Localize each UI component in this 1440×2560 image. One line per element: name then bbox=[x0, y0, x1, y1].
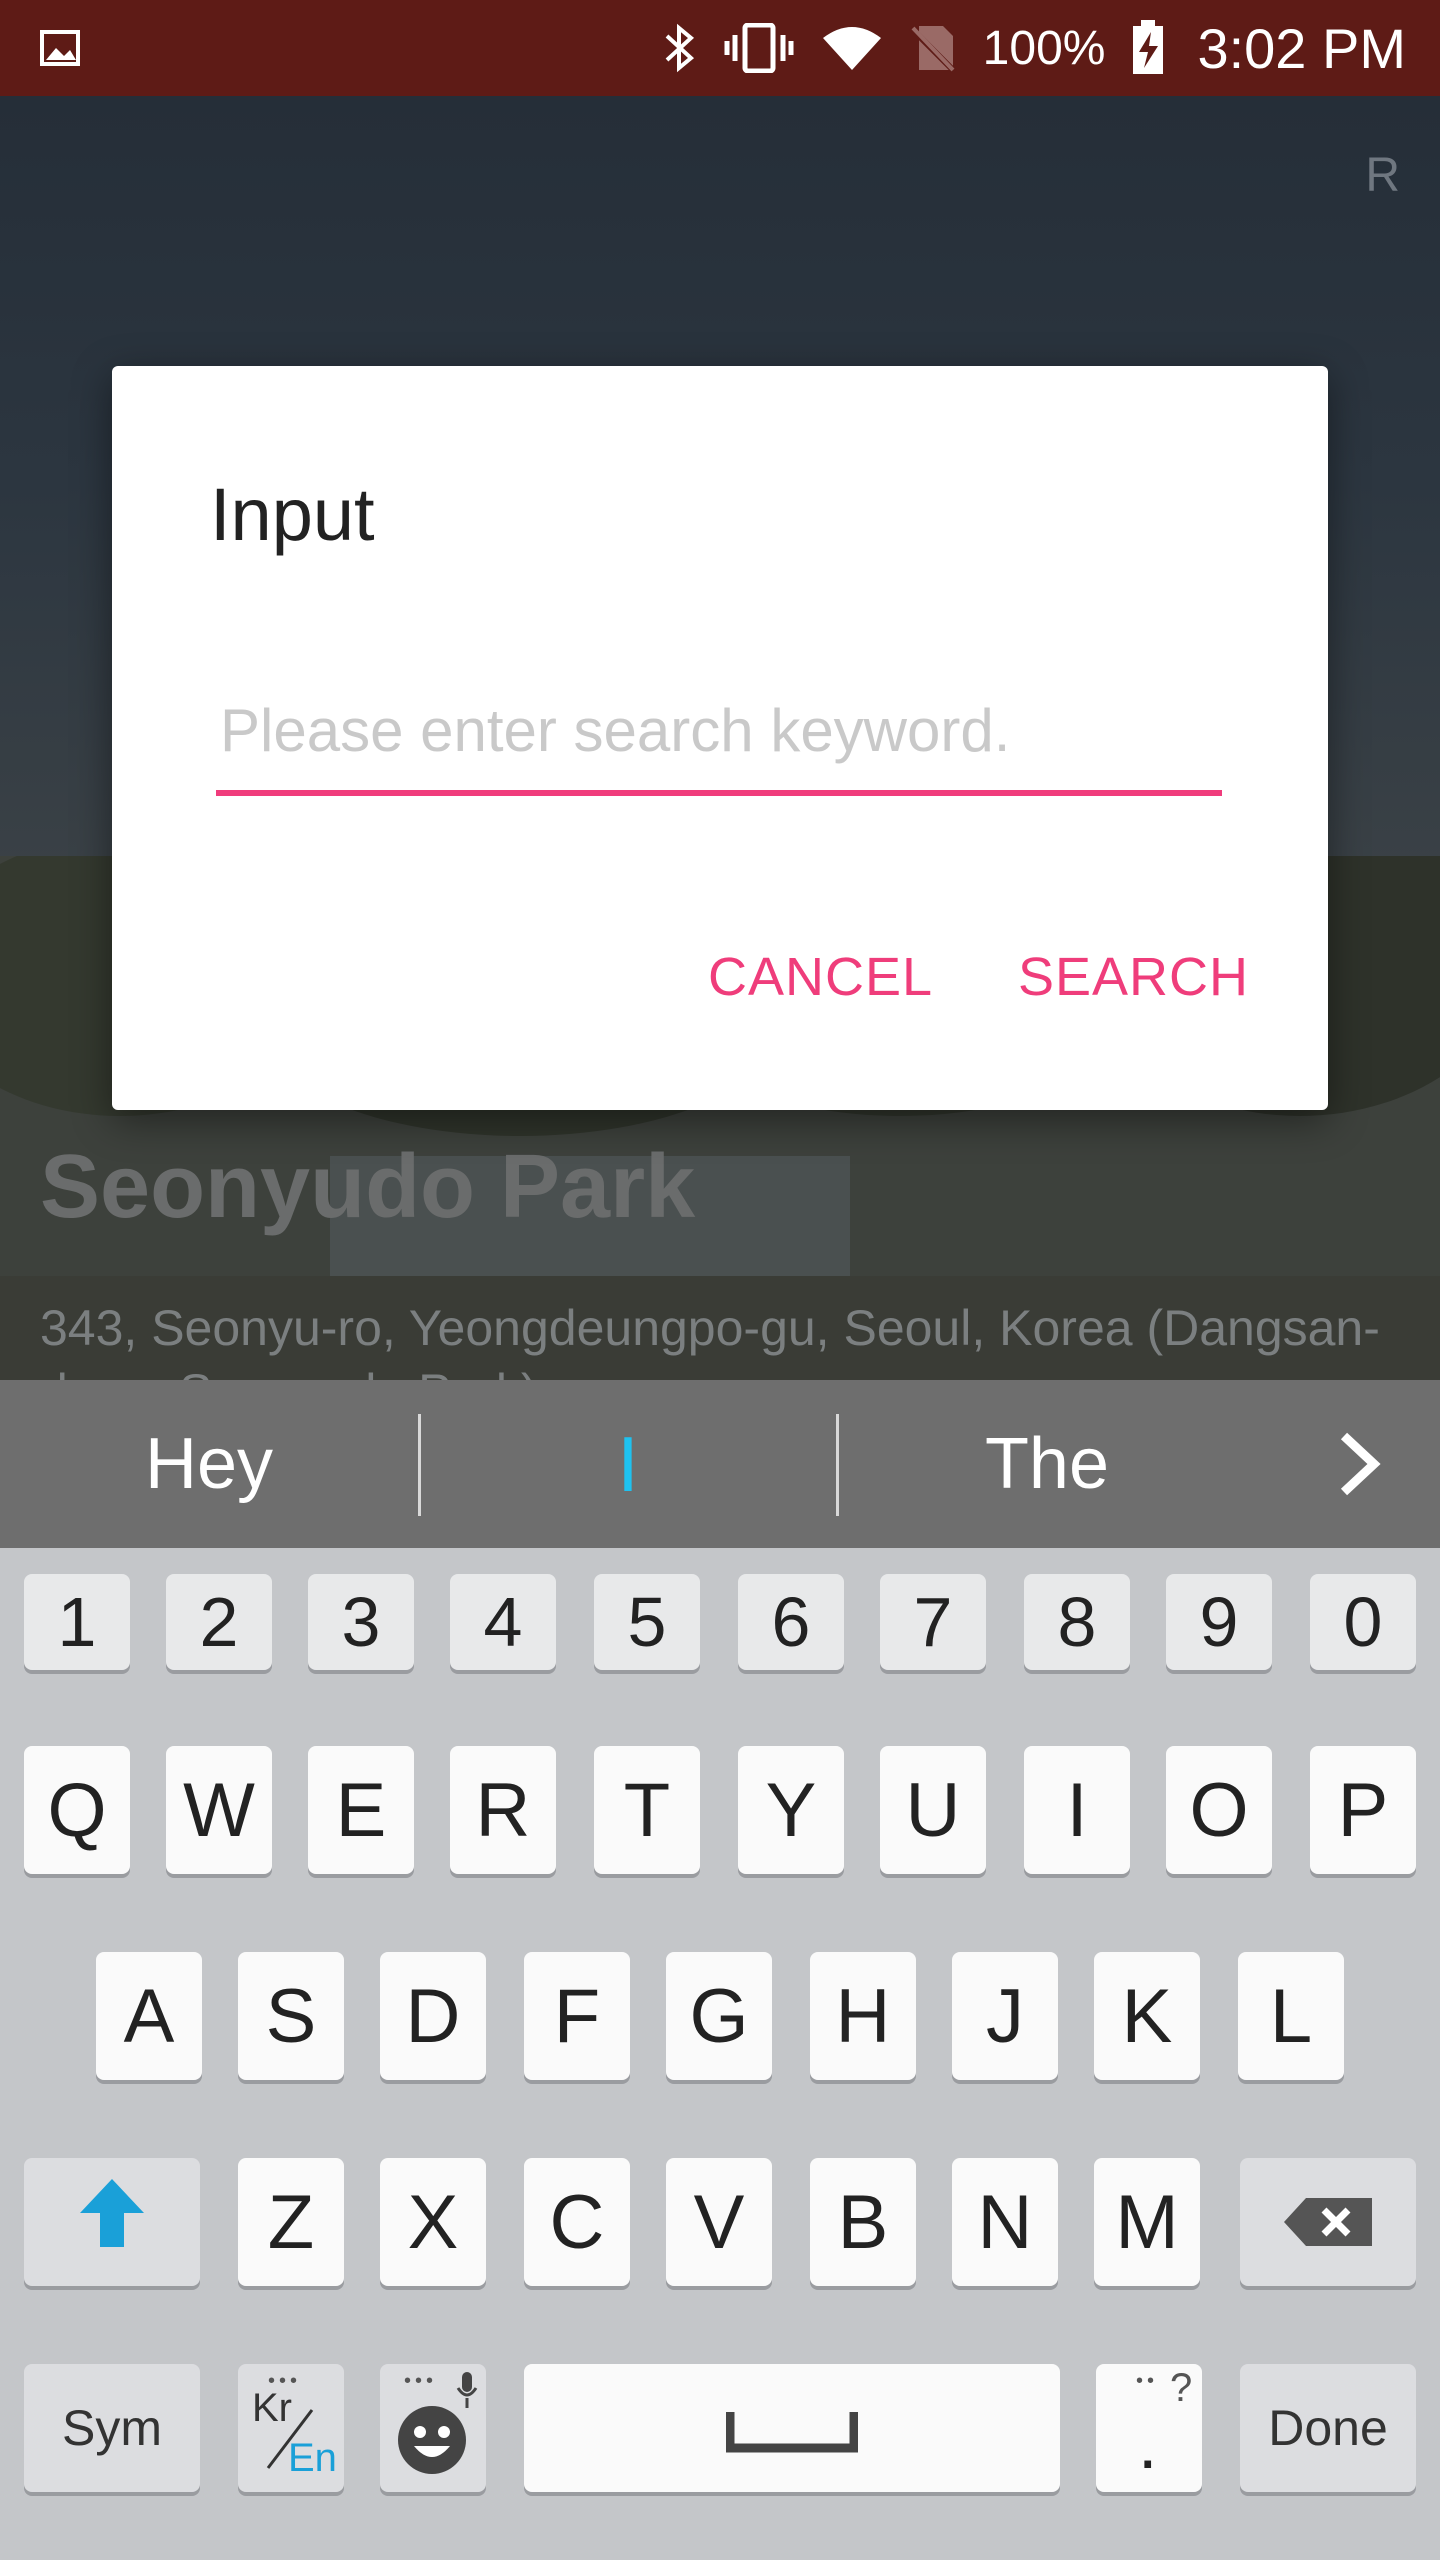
park-title: Seonyudo Park bbox=[40, 1137, 696, 1237]
key-9[interactable]: 9 bbox=[1166, 1574, 1272, 1670]
chevron-right-icon[interactable] bbox=[1330, 1432, 1390, 1496]
key-s[interactable]: S bbox=[238, 1952, 344, 2080]
vibrate-icon bbox=[723, 23, 795, 73]
clock: 3:02 PM bbox=[1197, 16, 1406, 80]
more-dots-icon: •• bbox=[1136, 2370, 1159, 2392]
battery-percent: 100% bbox=[982, 21, 1106, 75]
key-k[interactable]: K bbox=[1094, 1952, 1200, 2080]
sym-key[interactable]: Sym bbox=[24, 2364, 200, 2492]
key-l[interactable]: L bbox=[1238, 1952, 1344, 2080]
suggestion-3[interactable]: The bbox=[838, 1380, 1256, 1548]
no-sim-icon bbox=[908, 22, 957, 74]
key-u[interactable]: U bbox=[880, 1746, 986, 1874]
cancel-button[interactable]: CANCEL bbox=[708, 946, 933, 1008]
park-address: 343, Seonyu-ro, Yeongdeungpo-gu, Seoul, … bbox=[40, 1300, 1380, 1380]
language-switch-key[interactable]: ••• Kr En bbox=[238, 2364, 344, 2492]
smiley-icon bbox=[398, 2406, 466, 2474]
key-e[interactable]: E bbox=[308, 1746, 414, 1874]
keyboard: Hey I The 1 2 3 4 5 6 7 8 9 0 Q W E R T … bbox=[0, 1380, 1440, 2560]
background-top-right-label: R bbox=[1365, 149, 1400, 202]
key-m[interactable]: M bbox=[1094, 2158, 1200, 2286]
key-y[interactable]: Y bbox=[738, 1746, 844, 1874]
key-w[interactable]: W bbox=[166, 1746, 272, 1874]
space-icon bbox=[725, 2385, 859, 2472]
done-key[interactable]: Done bbox=[1240, 2364, 1416, 2492]
search-keyword-input[interactable] bbox=[216, 688, 1222, 796]
dialog-title: Input bbox=[210, 473, 375, 556]
key-x[interactable]: X bbox=[380, 2158, 486, 2286]
period-key[interactable]: •• ? . bbox=[1096, 2364, 1202, 2492]
key-2[interactable]: 2 bbox=[166, 1574, 272, 1670]
status-bar: 100% 3:02 PM bbox=[0, 0, 1440, 96]
key-a[interactable]: A bbox=[96, 1952, 202, 2080]
key-c[interactable]: C bbox=[524, 2158, 630, 2286]
key-1[interactable]: 1 bbox=[24, 1574, 130, 1670]
period-hint-label: ? bbox=[1170, 2366, 1193, 2410]
key-5[interactable]: 5 bbox=[594, 1574, 700, 1670]
key-4[interactable]: 4 bbox=[450, 1574, 556, 1670]
period-label: . bbox=[1138, 2405, 1158, 2483]
key-f[interactable]: F bbox=[524, 1952, 630, 2080]
key-0[interactable]: 0 bbox=[1310, 1574, 1416, 1670]
backspace-icon bbox=[1282, 2179, 1374, 2266]
key-h[interactable]: H bbox=[810, 1952, 916, 2080]
image-icon bbox=[40, 30, 80, 66]
key-q[interactable]: Q bbox=[24, 1746, 130, 1874]
key-p[interactable]: P bbox=[1310, 1746, 1416, 1874]
key-r[interactable]: R bbox=[450, 1746, 556, 1874]
input-dialog: Input CANCEL SEARCH bbox=[112, 366, 1328, 1110]
key-3[interactable]: 3 bbox=[308, 1574, 414, 1670]
key-z[interactable]: Z bbox=[238, 2158, 344, 2286]
suggestion-2[interactable]: I bbox=[420, 1380, 836, 1548]
key-d[interactable]: D bbox=[380, 1952, 486, 2080]
lang-en-label: En bbox=[288, 2436, 337, 2480]
key-j[interactable]: J bbox=[952, 1952, 1058, 2080]
backspace-key[interactable] bbox=[1240, 2158, 1416, 2286]
key-b[interactable]: B bbox=[810, 2158, 916, 2286]
key-g[interactable]: G bbox=[666, 1952, 772, 2080]
search-button[interactable]: SEARCH bbox=[1018, 946, 1249, 1008]
key-7[interactable]: 7 bbox=[880, 1574, 986, 1670]
bluetooth-icon bbox=[663, 22, 697, 74]
key-t[interactable]: T bbox=[594, 1746, 700, 1874]
battery-charging-icon bbox=[1131, 20, 1165, 76]
more-dots-icon: ••• bbox=[404, 2370, 438, 2392]
emoji-key[interactable]: ••• bbox=[380, 2364, 486, 2492]
shift-arrow-icon bbox=[76, 2175, 148, 2269]
key-o[interactable]: O bbox=[1166, 1746, 1272, 1874]
key-i[interactable]: I bbox=[1024, 1746, 1130, 1874]
key-n[interactable]: N bbox=[952, 2158, 1058, 2286]
key-v[interactable]: V bbox=[666, 2158, 772, 2286]
wifi-icon bbox=[821, 24, 883, 72]
key-6[interactable]: 6 bbox=[738, 1574, 844, 1670]
key-8[interactable]: 8 bbox=[1024, 1574, 1130, 1670]
suggestion-bar: Hey I The bbox=[0, 1380, 1440, 1548]
suggestion-1[interactable]: Hey bbox=[0, 1380, 418, 1548]
spacebar-key[interactable] bbox=[524, 2364, 1060, 2492]
shift-key[interactable] bbox=[24, 2158, 200, 2286]
